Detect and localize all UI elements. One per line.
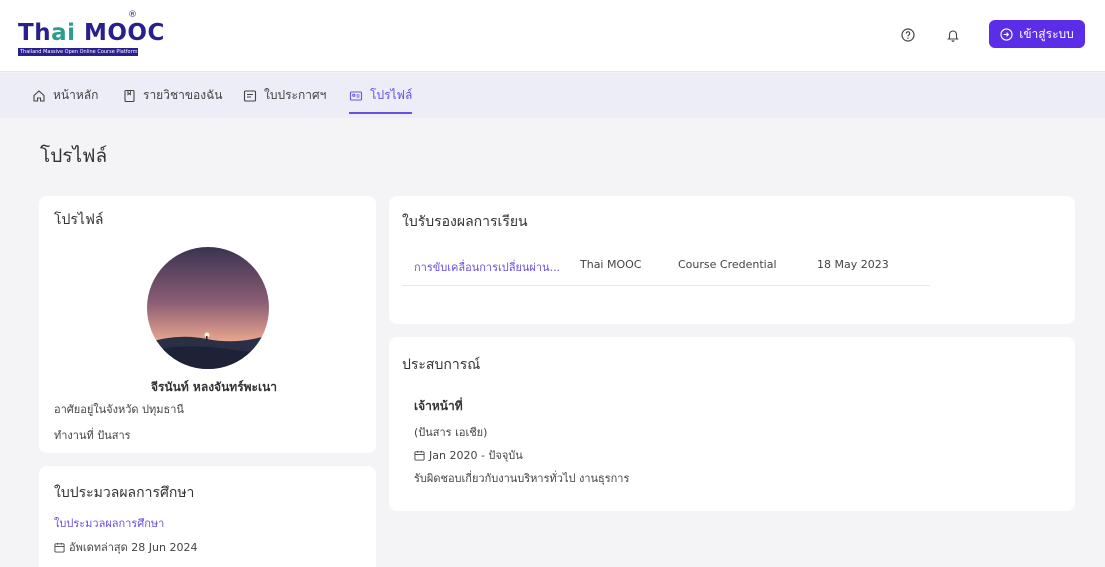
nav-item-label: รายวิชาของฉัน (143, 88, 223, 102)
book-icon (124, 89, 135, 102)
calendar-icon (54, 542, 65, 553)
profile-location: อาศัยอยู่ในจังหวัด ปทุมธานี (54, 403, 184, 416)
transcript-card-title: ใบประมวลผลการศึกษา (54, 485, 195, 501)
experience-position: เจ้าหน้าที่ (414, 399, 463, 413)
id-card-icon (349, 90, 363, 101)
thai-mooc-logo[interactable]: Thai MOOC ® Thailand Massive Open Online… (18, 10, 164, 58)
experience-period: Jan 2020 - ปัจจุบัน (414, 446, 523, 464)
certificate-type: Course Credential (678, 258, 777, 271)
certificate-icon (243, 89, 257, 102)
logo-wordmark: Thai MOOC (18, 20, 165, 46)
certificate-provider: Thai MOOC (580, 258, 642, 271)
experience-card-title: ประสบการณ์ (402, 357, 481, 373)
profile-name: จีรนันท์ หลงจันทร์พะเนา (150, 380, 278, 394)
nav-item-profile[interactable]: โปรไฟล์ (349, 73, 413, 118)
login-icon (1000, 27, 1013, 41)
page-title: โปรไฟล์ (40, 145, 108, 167)
profile-card-title: โปรไฟล์ (54, 212, 104, 228)
home-icon (33, 89, 45, 102)
profile-card: โปรไฟล์ จีรนันท์ หลงจันทร์พะเนา อาศัยอยู… (39, 196, 376, 453)
experience-period-text: Jan 2020 - ปัจจุบัน (429, 449, 523, 462)
calendar-icon (414, 450, 425, 461)
experience-card: ประสบการณ์ เจ้าหน้าที่ (ปันสาร เอเชีย) J… (389, 337, 1075, 511)
logo-text-ai: ai (51, 20, 76, 46)
certificate-date: 18 May 2023 (817, 258, 889, 271)
avatar[interactable] (147, 247, 269, 369)
bell-icon[interactable] (942, 24, 964, 46)
nav-item-home[interactable]: หน้าหลัก (32, 73, 98, 118)
table-row[interactable]: การขับเคลื่อนการเปลี่ยนผ่าน... Thai MOOC… (402, 242, 930, 286)
login-button-label: เข้าสู่ระบบ (1019, 26, 1074, 41)
nav-item-my-courses[interactable]: รายวิชาของฉัน (123, 73, 222, 118)
profile-workplace: ทำงานที่ ปันสาร (54, 429, 131, 442)
main-nav: หน้าหลัก รายวิชาของฉัน ใบประกาศฯ โปรไฟล์ (0, 73, 1105, 118)
experience-description: รับผิดชอบเกี่ยวกับงานบริหารทั่วไป งานธุร… (414, 472, 630, 485)
help-icon[interactable] (897, 24, 919, 46)
logo-tagline: Thailand Massive Open Online Course Plat… (18, 48, 138, 56)
transcript-link[interactable]: ใบประมวลผลการศึกษา (54, 514, 164, 532)
nav-item-label: หน้าหลัก (53, 88, 99, 102)
login-button[interactable]: เข้าสู่ระบบ (989, 20, 1085, 48)
nav-item-label: โปรไฟล์ (370, 88, 413, 102)
nav-item-certificates[interactable]: ใบประกาศฯ (243, 73, 326, 118)
certificates-card: ใบรับรองผลการเรียน การขับเคลื่อนการเปลี่… (389, 196, 1075, 324)
logo-text-mooc: MOOC (75, 20, 165, 46)
certificates-card-title: ใบรับรองผลการเรียน (402, 214, 528, 230)
nav-item-label: ใบประกาศฯ (264, 88, 327, 102)
experience-company: (ปันสาร เอเชีย) (414, 426, 488, 439)
logo-registered-mark: ® (128, 10, 137, 20)
logo-text-th: Th (18, 20, 52, 46)
transcript-updated: อัพเดทล่าสุด 28 Jun 2024 (54, 538, 197, 556)
transcript-updated-text: อัพเดทล่าสุด 28 Jun 2024 (69, 541, 198, 554)
certificate-course-name[interactable]: การขับเคลื่อนการเปลี่ยนผ่าน... (414, 258, 560, 276)
top-bar: Thai MOOC ® Thailand Massive Open Online… (0, 0, 1105, 72)
transcript-card: ใบประมวลผลการศึกษา ใบประมวลผลการศึกษา อั… (39, 466, 376, 567)
